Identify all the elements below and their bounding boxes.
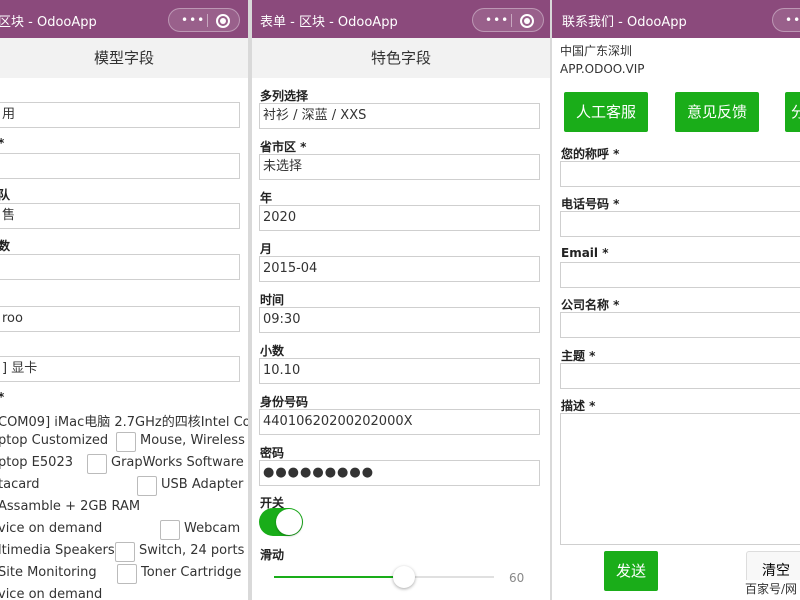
product-checkbox-label[interactable]: ltimedia Speakers (0, 543, 115, 558)
field-label-company: 公司名称 * (561, 298, 620, 312)
products-label: * (0, 390, 4, 404)
watermark: 百家号/网 (745, 580, 800, 600)
slider-label: 滑动 (260, 548, 285, 562)
company-input[interactable] (560, 312, 800, 338)
field-label: 数 (0, 239, 11, 253)
field-input[interactable] (0, 254, 240, 280)
more-dots-icon[interactable]: ••• (485, 13, 509, 27)
multi-select-picker[interactable]: 衬衫 / 深蓝 / XXS (259, 103, 540, 129)
field-label-multi-select: 多列选择 (260, 89, 309, 103)
share-button[interactable]: 分 (785, 92, 800, 132)
product-checkbox-label[interactable]: COM09] iMac电脑 2.7GHz的四核Intel Core i5 (0, 411, 248, 430)
mini-program-capsule: ••• (472, 8, 544, 32)
product-checkbox[interactable] (137, 476, 157, 496)
field-label-decimal: 小数 (260, 344, 285, 358)
id-number-input[interactable]: 44010620200202000X (259, 409, 540, 435)
capsule-divider (511, 14, 512, 27)
slider-value: 60 (509, 571, 525, 585)
capsule-divider (207, 14, 208, 27)
product-checkbox-label[interactable]: vice on demand (0, 521, 102, 536)
product-checkbox-label[interactable]: Switch, 24 ports (139, 543, 244, 558)
subject-input[interactable] (560, 363, 800, 389)
product-checkbox[interactable] (160, 520, 180, 540)
feedback-button[interactable]: 意见反馈 (675, 92, 759, 132)
email-input[interactable] (560, 262, 800, 288)
product-checkbox[interactable] (115, 542, 135, 562)
month-picker[interactable]: 2015-04 (259, 256, 540, 282)
field-input[interactable]: 用 (0, 102, 240, 128)
field-input[interactable]: 售 (0, 203, 240, 229)
contact-us-panel: 联系我们 - OdooApp ••• 中国广东深圳 APP.ODOO.VIP 人… (552, 0, 800, 600)
password-input[interactable]: ●●●●●●●●● (259, 460, 540, 486)
product-checkbox-label[interactable]: ptop Customized (0, 433, 108, 448)
close-target-icon[interactable] (520, 14, 534, 28)
website-text: APP.ODOO.VIP (560, 62, 645, 76)
field-label-subject: 主题 * (561, 349, 596, 363)
product-checkbox-label[interactable]: USB Adapter (161, 477, 243, 492)
window-title: 联系我们 - OdooApp (562, 15, 687, 30)
product-checkbox-label[interactable]: Toner Cartridge (141, 565, 241, 580)
decimal-input[interactable]: 10.10 (259, 358, 540, 384)
send-button[interactable]: 发送 (604, 551, 658, 591)
year-picker[interactable]: 2020 (259, 205, 540, 231)
more-dots-icon[interactable]: ••• (181, 13, 205, 27)
product-checkbox-label[interactable]: tacard (0, 477, 40, 492)
special-fields-panel: 表单 - 区块 - OdooApp ••• 特色字段 多列选择 衬衫 / 深蓝 … (252, 0, 550, 600)
product-checkbox-label[interactable]: Mouse, Wireless (140, 433, 245, 448)
slider-handle[interactable] (393, 566, 415, 588)
field-label-time: 时间 (260, 293, 285, 307)
region-picker[interactable]: 未选择 (259, 154, 540, 180)
field-label-year: 年 (260, 191, 273, 205)
model-fields-panel: 区块 - OdooApp ••• 模型字段 用 * 队 售 数 roo ] 显卡… (0, 0, 248, 600)
slider-track[interactable] (404, 576, 494, 578)
section-title: 模型字段 (0, 38, 248, 78)
description-textarea[interactable] (560, 413, 800, 545)
slider-track-filled (274, 576, 404, 578)
product-checkbox[interactable] (87, 454, 107, 474)
field-label-phone: 电话号码 * (561, 197, 620, 211)
product-checkbox[interactable] (117, 564, 137, 584)
product-checkbox-label[interactable]: ptop E5023 (0, 455, 73, 470)
customer-service-button[interactable]: 人工客服 (564, 92, 648, 132)
toggle-knob (276, 509, 302, 535)
phone-input[interactable] (560, 211, 800, 237)
window-title: 表单 - 区块 - OdooApp (260, 15, 398, 30)
field-input[interactable]: roo (0, 306, 240, 332)
window-title: 区块 - OdooApp (0, 15, 97, 30)
title-bar: 区块 - OdooApp ••• (0, 0, 248, 38)
address-text: 中国广东深圳 (560, 44, 633, 58)
mini-program-capsule: ••• (772, 8, 800, 32)
more-dots-icon[interactable]: ••• (785, 13, 800, 27)
product-checkbox-label[interactable]: Assamble + 2GB RAM (0, 499, 140, 514)
field-label-password: 密码 (260, 446, 285, 460)
section-title: 特色字段 (252, 38, 550, 78)
title-bar: 表单 - 区块 - OdooApp ••• (252, 0, 550, 38)
field-label-region: 省市区 * (260, 140, 307, 154)
field-label: 队 (0, 188, 11, 202)
product-checkbox-label[interactable]: vice on demand (0, 587, 102, 600)
close-target-icon[interactable] (216, 14, 230, 28)
field-label-description: 描述 * (561, 399, 596, 413)
product-checkbox-label[interactable]: Webcam (184, 521, 240, 536)
field-label-id-number: 身份号码 (260, 395, 309, 409)
time-picker[interactable]: 09:30 (259, 307, 540, 333)
field-label-name: 您的称呼 * (561, 147, 620, 161)
product-checkbox[interactable] (116, 432, 136, 452)
field-label-month: 月 (260, 242, 273, 256)
title-bar: 联系我们 - OdooApp ••• (552, 0, 800, 38)
field-label-email: Email * (561, 246, 609, 260)
field-input[interactable] (0, 153, 240, 179)
toggle-switch[interactable] (259, 508, 303, 536)
name-input[interactable] (560, 161, 800, 187)
product-checkbox-label[interactable]: GrapWorks Software (111, 455, 244, 470)
field-input[interactable]: ] 显卡 (0, 356, 240, 382)
mini-program-capsule: ••• (168, 8, 240, 32)
field-label: * (0, 136, 4, 150)
product-checkbox-label[interactable]: Site Monitoring (0, 565, 97, 580)
